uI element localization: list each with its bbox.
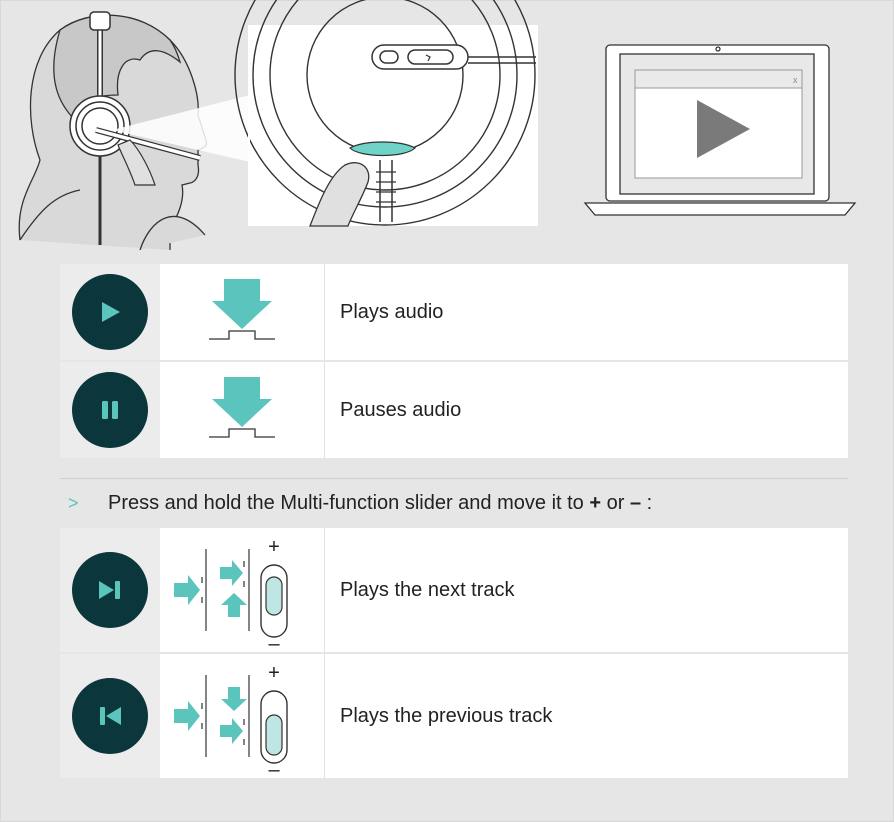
row-icon-cell [60, 528, 160, 652]
row-action-cell: + – [160, 528, 325, 652]
row-action-cell [160, 362, 325, 458]
row-label: Plays the previous track [340, 704, 553, 727]
row-next-track: + – Plays the next track [60, 528, 848, 652]
slider-instruction: > Press and hold the Multi-function slid… [60, 478, 848, 527]
row-previous-track: + – Plays the previous track [60, 654, 848, 778]
slider-minus-icon: + – [174, 662, 288, 777]
row-plays-audio: Plays audio [60, 264, 848, 360]
row-label: Pauses audio [340, 398, 462, 421]
window-close-mark: x [793, 75, 798, 85]
play-button-illustration [72, 274, 148, 350]
row-action-cell: + – [160, 654, 325, 778]
slider-plus-sign: + [268, 536, 280, 558]
previous-track-icon [100, 707, 121, 725]
instruction-text: Press and hold the Multi-function slider… [108, 491, 653, 514]
next-button-illustration [72, 552, 148, 628]
row-pauses-audio: Pauses audio [60, 362, 848, 458]
row-icon-cell [60, 362, 160, 458]
slider-plus-sign: + [268, 662, 280, 684]
slider-minus-sign: – [268, 759, 280, 777]
row-icon-cell [60, 264, 160, 360]
headset-usage-illustration: x [18, 0, 857, 250]
slider-minus-sign: – [268, 633, 280, 651]
row-label: Plays audio [340, 300, 444, 323]
next-track-icon [99, 581, 120, 599]
slider-plus-icon: + – [174, 536, 288, 651]
play-icon [102, 302, 120, 322]
row-icon-cell [60, 654, 160, 778]
pause-button-illustration [72, 372, 148, 448]
row-action-cell [160, 264, 325, 360]
pause-icon [102, 401, 118, 419]
press-down-arrow-icon [209, 377, 275, 438]
laptop-illustration: x [583, 44, 857, 216]
previous-button-illustration [72, 678, 148, 754]
press-down-arrow-icon [209, 279, 275, 340]
zoom-detail-panel [234, 0, 538, 227]
row-label: Plays the next track [340, 578, 515, 601]
bullet-chevron-icon: > [68, 492, 79, 513]
